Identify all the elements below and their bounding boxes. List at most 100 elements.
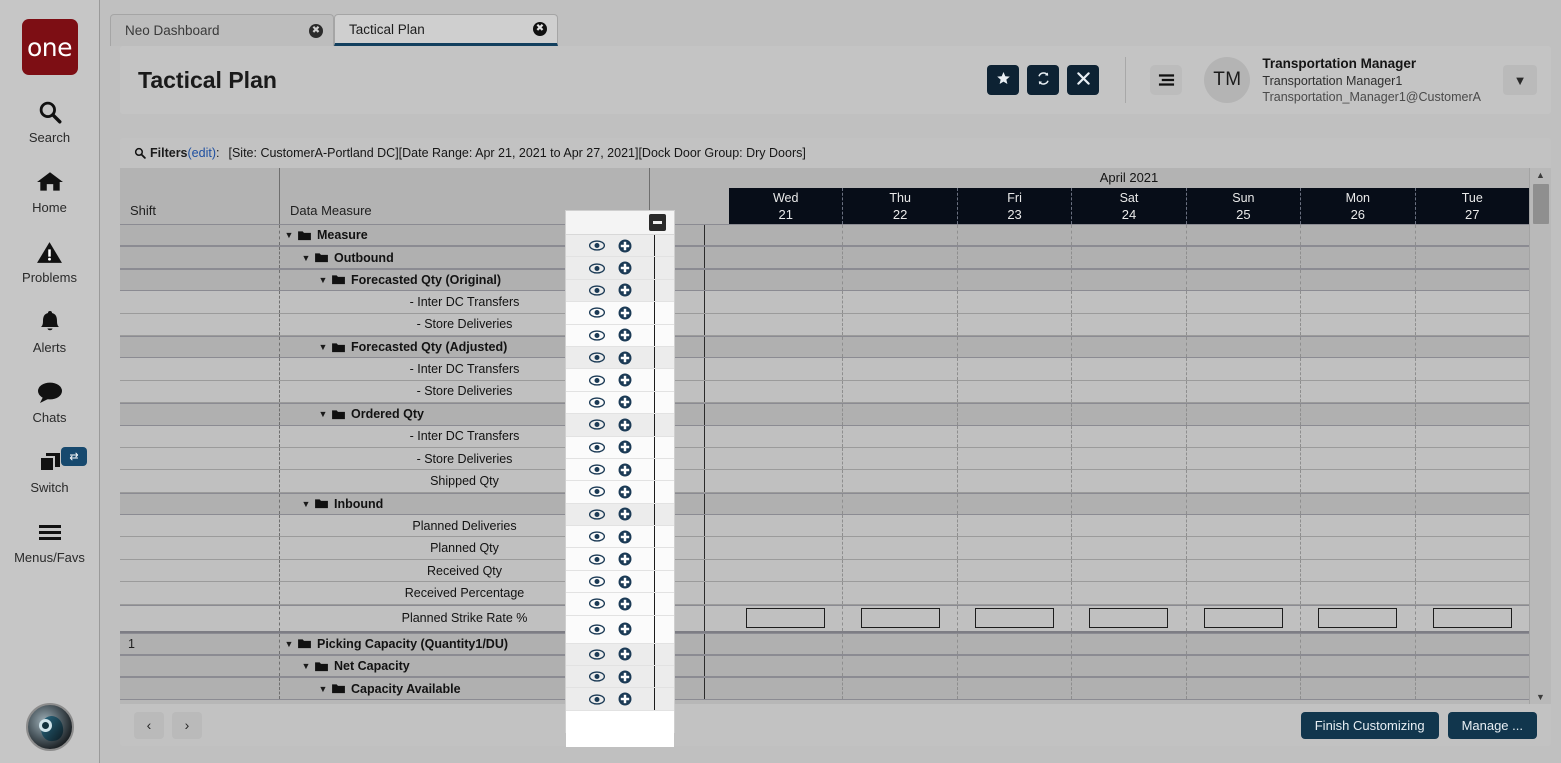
close-circle-icon[interactable]: ✖ bbox=[533, 22, 547, 36]
close-circle-icon[interactable]: ✖ bbox=[309, 23, 323, 38]
strike-rate-cell[interactable] bbox=[729, 605, 844, 631]
eye-icon[interactable] bbox=[588, 576, 605, 587]
plus-circle-icon[interactable] bbox=[618, 351, 632, 365]
eye-icon[interactable] bbox=[588, 240, 605, 251]
table-row[interactable]: ▼ Outbound bbox=[120, 246, 1529, 269]
expand-collapse-caret-icon[interactable]: ▼ bbox=[282, 639, 296, 649]
table-row[interactable]: Received Qty bbox=[120, 559, 1529, 583]
strike-rate-cell[interactable] bbox=[1416, 606, 1529, 631]
table-row[interactable]: 1 ▼ Picking Capacity (Quantity1/DU) bbox=[120, 632, 1529, 656]
robot-avatar-icon[interactable] bbox=[26, 703, 74, 751]
plus-circle-icon[interactable] bbox=[618, 440, 632, 454]
table-row[interactable]: ▼ Forecasted Qty (Original) bbox=[120, 268, 1529, 292]
day-column-header[interactable]: Sat 24 bbox=[1072, 187, 1187, 224]
strike-rate-input[interactable] bbox=[1089, 608, 1169, 629]
eye-icon[interactable] bbox=[588, 649, 605, 660]
plus-circle-icon[interactable] bbox=[618, 373, 632, 387]
eye-icon[interactable] bbox=[588, 262, 605, 274]
expand-collapse-caret-icon[interactable]: ▼ bbox=[282, 230, 296, 240]
manage-button[interactable]: Manage ... bbox=[1447, 711, 1537, 739]
table-row[interactable]: Received Percentage bbox=[120, 582, 1529, 605]
favorite-button[interactable] bbox=[987, 65, 1020, 95]
table-row[interactable]: - Store Deliveries bbox=[120, 313, 1529, 336]
eye-icon[interactable] bbox=[588, 509, 605, 520]
strike-rate-input[interactable] bbox=[746, 608, 826, 629]
swap-arrows-icon[interactable]: ⇄ bbox=[61, 447, 87, 466]
strike-rate-cell[interactable] bbox=[843, 605, 958, 631]
strike-rate-cell[interactable] bbox=[1187, 605, 1302, 631]
next-page-button[interactable]: › bbox=[172, 711, 202, 739]
strike-rate-cell[interactable] bbox=[1301, 605, 1416, 631]
table-row[interactable]: - Inter DC Transfers bbox=[120, 425, 1529, 448]
plus-circle-icon[interactable] bbox=[618, 575, 632, 589]
eye-icon[interactable] bbox=[588, 623, 605, 635]
strike-rate-cell[interactable] bbox=[1072, 605, 1187, 631]
plus-circle-icon[interactable] bbox=[618, 670, 632, 684]
table-row[interactable]: ▼ Inbound bbox=[120, 492, 1529, 516]
rail-item-menus-favs[interactable]: Menus/Favs bbox=[0, 515, 99, 565]
plus-circle-icon[interactable] bbox=[618, 597, 632, 611]
day-column-header[interactable]: Sun 25 bbox=[1187, 187, 1302, 224]
rail-item-search[interactable]: Search bbox=[0, 95, 99, 145]
table-row[interactable]: - Store Deliveries bbox=[120, 380, 1529, 404]
eye-icon[interactable] bbox=[588, 598, 605, 610]
plus-circle-icon[interactable] bbox=[618, 395, 632, 409]
eye-icon[interactable] bbox=[588, 374, 605, 386]
triangle-up-icon[interactable]: ▲ bbox=[1530, 168, 1551, 182]
rail-item-chats[interactable]: Chats bbox=[0, 375, 99, 425]
list-menu-icon[interactable] bbox=[1150, 65, 1183, 95]
plus-circle-icon[interactable] bbox=[618, 239, 632, 253]
plus-circle-icon[interactable] bbox=[618, 507, 632, 521]
tab-tactical-plan[interactable]: Tactical Plan ✖ bbox=[334, 14, 558, 46]
expand-collapse-caret-icon[interactable]: ▼ bbox=[316, 684, 330, 694]
row-actions-overlay-panel[interactable] bbox=[565, 210, 675, 747]
plus-circle-icon[interactable] bbox=[618, 463, 632, 477]
strike-rate-input[interactable] bbox=[1318, 608, 1398, 629]
eye-icon[interactable] bbox=[588, 693, 605, 705]
table-row[interactable]: ▼ Capacity Available bbox=[120, 677, 1529, 700]
plus-circle-icon[interactable] bbox=[618, 328, 632, 342]
eye-icon[interactable] bbox=[588, 330, 605, 341]
plus-circle-icon[interactable] bbox=[618, 306, 632, 320]
day-column-header[interactable]: Fri 23 bbox=[958, 187, 1073, 224]
day-column-header[interactable]: Tue 27 bbox=[1416, 188, 1529, 224]
strike-rate-input[interactable] bbox=[860, 608, 940, 629]
planned-strike-rate-row[interactable]: Planned Strike Rate % bbox=[120, 604, 1529, 633]
expand-collapse-caret-icon[interactable]: ▼ bbox=[316, 342, 330, 352]
plus-circle-icon[interactable] bbox=[618, 485, 632, 499]
rail-item-problems[interactable]: Problems bbox=[0, 235, 99, 285]
plus-circle-icon[interactable] bbox=[618, 530, 632, 544]
eye-icon[interactable] bbox=[588, 486, 605, 498]
eye-icon[interactable] bbox=[588, 671, 605, 682]
plus-circle-icon[interactable] bbox=[618, 692, 632, 706]
expand-collapse-caret-icon[interactable]: ▼ bbox=[299, 253, 313, 263]
expand-collapse-caret-icon[interactable]: ▼ bbox=[316, 409, 330, 419]
eye-icon[interactable] bbox=[588, 442, 605, 453]
finish-customizing-button[interactable]: Finish Customizing bbox=[1300, 711, 1439, 739]
triangle-down-icon[interactable]: ▼ bbox=[1530, 690, 1551, 704]
eye-icon[interactable] bbox=[588, 553, 605, 565]
eye-icon[interactable] bbox=[588, 531, 605, 542]
table-row[interactable]: ▼ Ordered Qty bbox=[120, 403, 1529, 426]
table-row[interactable]: - Store Deliveries bbox=[120, 447, 1529, 471]
table-row[interactable]: ▼ Forecasted Qty (Adjusted) bbox=[120, 335, 1529, 359]
table-row[interactable]: ▼ Measure bbox=[120, 224, 1529, 247]
plus-circle-icon[interactable] bbox=[618, 283, 632, 297]
collapse-minus-icon[interactable] bbox=[649, 214, 666, 231]
tab-neo-dashboard[interactable]: Neo Dashboard ✖ bbox=[110, 14, 334, 46]
table-row[interactable]: - Inter DC Transfers bbox=[120, 291, 1529, 314]
prev-page-button[interactable]: ‹ bbox=[134, 711, 164, 739]
strike-rate-cell[interactable] bbox=[958, 605, 1073, 631]
eye-icon[interactable] bbox=[588, 397, 605, 408]
table-row[interactable]: - Inter DC Transfers bbox=[120, 358, 1529, 381]
strike-rate-input[interactable] bbox=[1432, 608, 1512, 629]
day-column-header[interactable]: Wed 21 bbox=[729, 187, 844, 224]
plus-circle-icon[interactable] bbox=[618, 552, 632, 566]
day-column-header[interactable]: Thu 22 bbox=[843, 187, 958, 224]
rail-item-home[interactable]: Home bbox=[0, 165, 99, 215]
eye-icon[interactable] bbox=[588, 419, 605, 430]
plus-circle-icon[interactable] bbox=[618, 622, 632, 636]
table-row[interactable]: ▼ Net Capacity bbox=[120, 655, 1529, 678]
eye-icon[interactable] bbox=[588, 464, 605, 475]
strike-rate-input[interactable] bbox=[975, 608, 1055, 629]
